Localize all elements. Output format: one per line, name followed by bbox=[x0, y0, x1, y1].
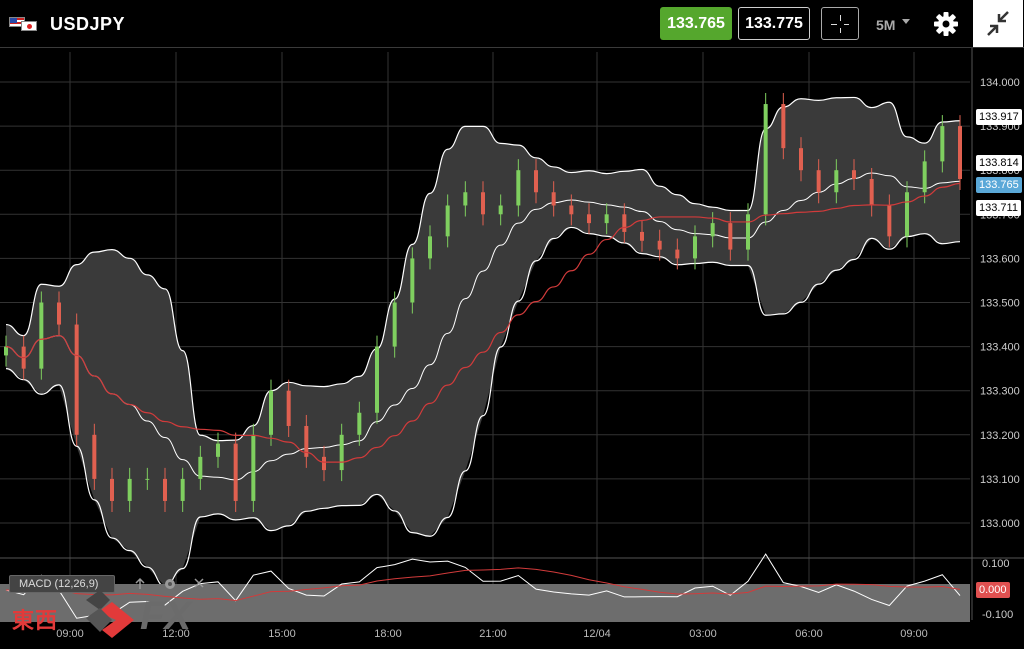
candle-body bbox=[622, 214, 627, 232]
lower-band-tag: 133.711 bbox=[976, 200, 1021, 216]
time-axis-label: 09:00 bbox=[900, 628, 928, 640]
move-up-icon[interactable] bbox=[135, 577, 145, 589]
time-axis-label: 06:00 bbox=[795, 628, 823, 640]
jp-flag-icon bbox=[21, 21, 37, 31]
candle-body bbox=[127, 478, 132, 501]
candle-body bbox=[481, 192, 485, 215]
time-axis-label: 18:00 bbox=[374, 628, 402, 640]
price-axis-label: 134.000 bbox=[980, 77, 1020, 89]
candle-body bbox=[286, 390, 291, 426]
candle-body bbox=[445, 205, 450, 237]
candle-body bbox=[887, 205, 892, 237]
candle-body bbox=[675, 249, 680, 259]
brand-logo-kanji: 東西 bbox=[12, 609, 59, 634]
candle-body bbox=[463, 192, 468, 206]
crosshair-button[interactable] bbox=[821, 7, 859, 40]
candle-body bbox=[428, 236, 432, 259]
time-axis-label: 15:00 bbox=[268, 628, 296, 640]
candle-body bbox=[410, 258, 415, 303]
candle-body bbox=[534, 170, 538, 193]
candle-body bbox=[92, 434, 97, 479]
candle-body bbox=[392, 302, 397, 347]
candle-body bbox=[57, 302, 61, 325]
timeframe-select[interactable]: 5M bbox=[876, 17, 895, 33]
candle-body bbox=[746, 214, 750, 250]
candle-body bbox=[922, 161, 927, 193]
macd-value-tag: 0.000 bbox=[976, 582, 1010, 598]
settings-button[interactable] bbox=[928, 6, 964, 42]
candle-body bbox=[816, 170, 821, 193]
upper-band-tag: 133.917 bbox=[976, 109, 1022, 125]
indicator-tools bbox=[135, 577, 204, 589]
candle-body bbox=[357, 412, 362, 435]
candle-body bbox=[551, 192, 556, 206]
price-axis-label: 133.000 bbox=[980, 518, 1020, 530]
candle-body bbox=[940, 126, 945, 162]
candle-body bbox=[39, 302, 44, 369]
indicator-settings-icon[interactable] bbox=[165, 579, 175, 589]
candle-body bbox=[763, 104, 768, 215]
candle-body bbox=[834, 170, 839, 193]
candle-body bbox=[180, 478, 185, 501]
price-axis-label: 133.500 bbox=[980, 298, 1020, 310]
collapse-icon bbox=[987, 11, 1009, 36]
time-axis-label: 12/04 bbox=[583, 628, 611, 640]
macd-axis-label: 0.100 bbox=[982, 558, 1010, 570]
candle-body bbox=[640, 231, 644, 241]
currency-pair-flags bbox=[9, 17, 37, 31]
brand-logo-mark bbox=[86, 590, 134, 638]
candle-body bbox=[516, 170, 521, 206]
price-axis-label: 133.600 bbox=[980, 253, 1020, 265]
price-axis-label: 133.400 bbox=[980, 342, 1020, 354]
remove-indicator-icon[interactable] bbox=[194, 578, 204, 588]
price-axis-label: 133.300 bbox=[980, 386, 1020, 398]
candle-body bbox=[251, 434, 256, 501]
price-chart[interactable]: 134.000133.900133.800133.700133.600133.5… bbox=[0, 48, 1024, 649]
candle-body bbox=[869, 179, 874, 206]
bid-price-button[interactable]: 133.765 bbox=[660, 7, 732, 40]
candle-body bbox=[852, 170, 856, 180]
candle-body bbox=[339, 434, 344, 471]
price-axis-label: 133.100 bbox=[980, 474, 1020, 486]
gear-icon bbox=[934, 12, 958, 36]
candle-body bbox=[4, 346, 8, 356]
candle-body bbox=[569, 205, 574, 215]
top-bar: USDJPY 133.765 133.775 5M bbox=[0, 0, 1024, 48]
chevron-down-icon[interactable] bbox=[902, 19, 910, 24]
time-axis-label: 03:00 bbox=[689, 628, 717, 640]
candle-body bbox=[604, 214, 609, 224]
candle-body bbox=[233, 443, 238, 501]
middle-band-tag: 133.814 bbox=[976, 155, 1022, 171]
candle-body bbox=[958, 126, 962, 180]
candle-body bbox=[110, 478, 114, 501]
macd-axis-label: -0.100 bbox=[982, 609, 1013, 621]
candle-body bbox=[657, 240, 662, 250]
candle-body bbox=[322, 456, 326, 471]
collapse-button[interactable] bbox=[973, 0, 1023, 47]
symbol-title[interactable]: USDJPY bbox=[50, 14, 125, 35]
candle-body bbox=[728, 223, 733, 250]
candle-body bbox=[145, 478, 150, 480]
time-axis-label: 09:00 bbox=[56, 628, 84, 640]
candle-body bbox=[198, 456, 203, 479]
candle-body bbox=[781, 104, 786, 149]
candle-body bbox=[799, 148, 803, 171]
time-axis-label: 21:00 bbox=[479, 628, 507, 640]
candle-body bbox=[710, 223, 715, 237]
candle-body bbox=[375, 346, 379, 413]
candle-body bbox=[905, 192, 909, 237]
candle-body bbox=[498, 205, 503, 215]
price-axis-label: 133.200 bbox=[980, 430, 1020, 442]
ask-price-button[interactable]: 133.775 bbox=[738, 7, 810, 40]
candle-body bbox=[587, 214, 591, 224]
candle-body bbox=[269, 390, 273, 435]
last-price-tag: 133.765 bbox=[976, 177, 1022, 193]
candle-body bbox=[74, 324, 79, 435]
brand-logo-fx: FX bbox=[140, 594, 192, 638]
candle-body bbox=[216, 443, 220, 457]
candle-body bbox=[693, 236, 697, 259]
candle-body bbox=[163, 478, 167, 501]
